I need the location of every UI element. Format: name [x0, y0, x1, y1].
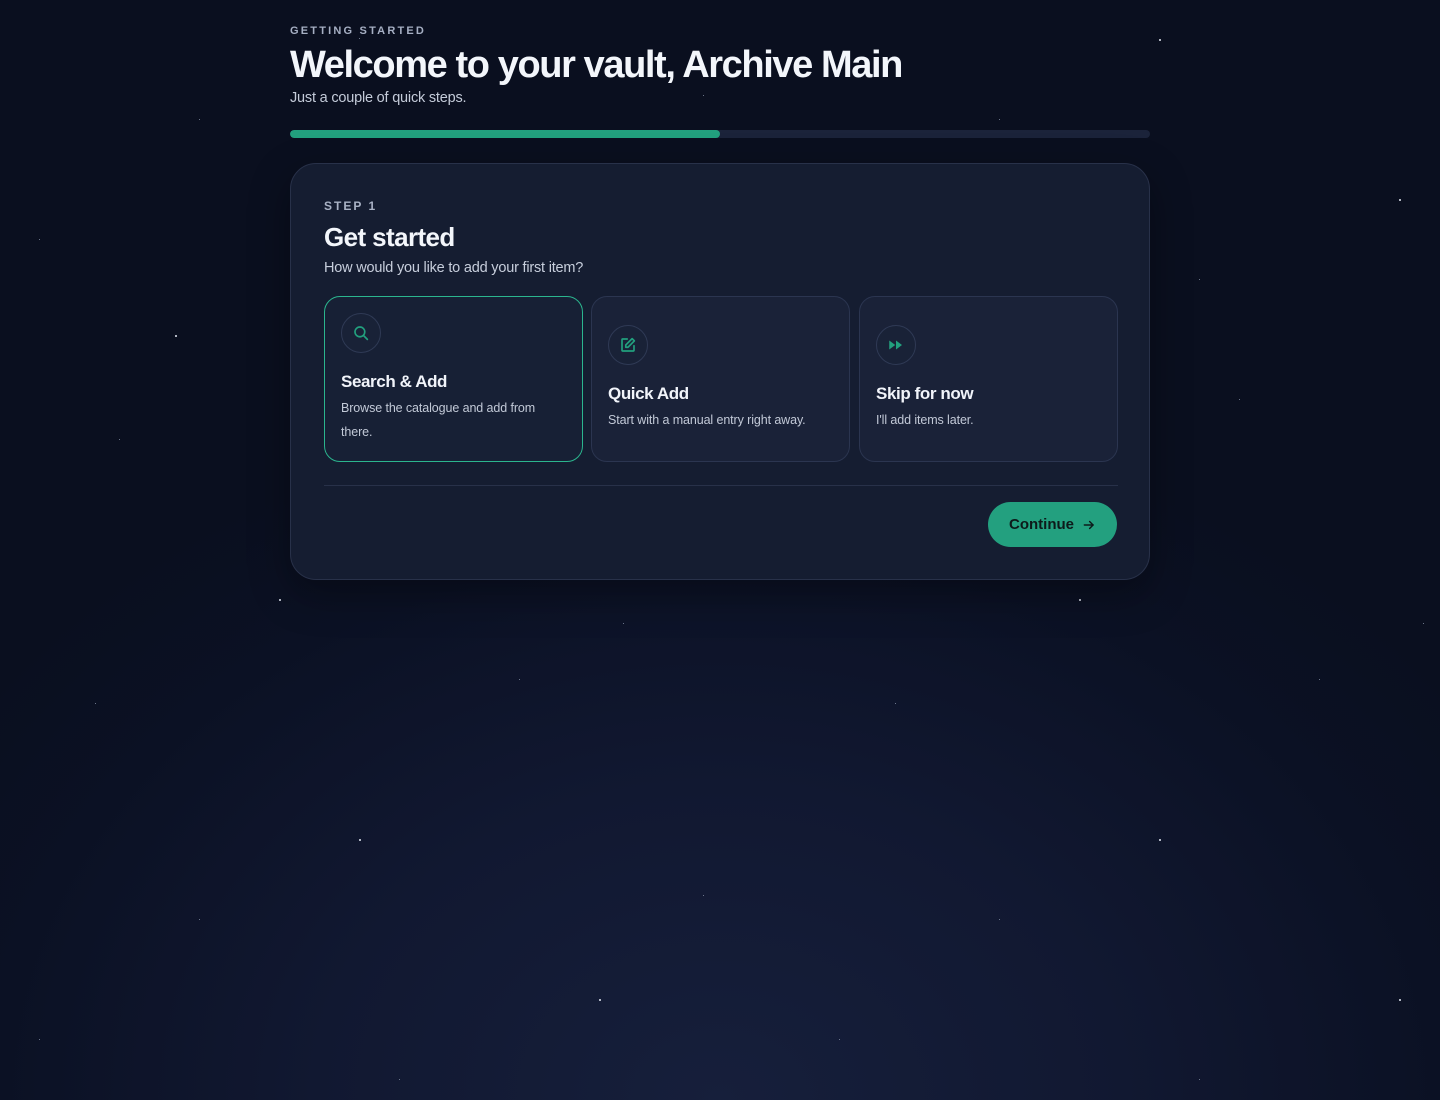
continue-label: Continue — [1009, 516, 1074, 533]
option-description: Browse the catalogue and add from there. — [341, 401, 536, 439]
onboarding-container: GETTING STARTED Welcome to your vault, A… — [290, 0, 1150, 580]
card-divider — [324, 485, 1118, 486]
arrow-right-icon — [1083, 520, 1094, 529]
option-search-add[interactable]: Search & Add Browse the catalogue and ad… — [324, 296, 583, 462]
eyebrow-label: GETTING STARTED — [290, 25, 427, 37]
step-label: STEP 1 — [324, 199, 378, 213]
page-subtitle: Just a couple of quick steps. — [290, 90, 467, 106]
edit-icon — [608, 325, 648, 365]
option-skip[interactable]: Skip for now I'll add items later. — [859, 296, 1118, 462]
progress-bar — [290, 130, 1150, 138]
continue-button[interactable]: Continue — [988, 502, 1117, 547]
option-description: Start with a manual entry right away. — [608, 413, 806, 427]
option-title: Search & Add — [341, 372, 448, 391]
step-question: How would you like to add your first ite… — [324, 260, 584, 276]
step-card: STEP 1 Get started How would you like to… — [290, 163, 1150, 580]
option-quick-add[interactable]: Quick Add Start with a manual entry righ… — [591, 296, 850, 462]
step-title: Get started — [324, 222, 455, 252]
option-list: Search & Add Browse the catalogue and ad… — [324, 296, 1118, 462]
search-icon — [341, 313, 381, 353]
progress-bar-fill — [290, 130, 720, 138]
option-title: Quick Add — [608, 384, 689, 403]
page-title: Welcome to your vault, Archive Main — [290, 44, 903, 86]
fast-forward-icon — [876, 325, 916, 365]
option-description: I'll add items later. — [876, 413, 974, 427]
option-title: Skip for now — [876, 384, 974, 403]
